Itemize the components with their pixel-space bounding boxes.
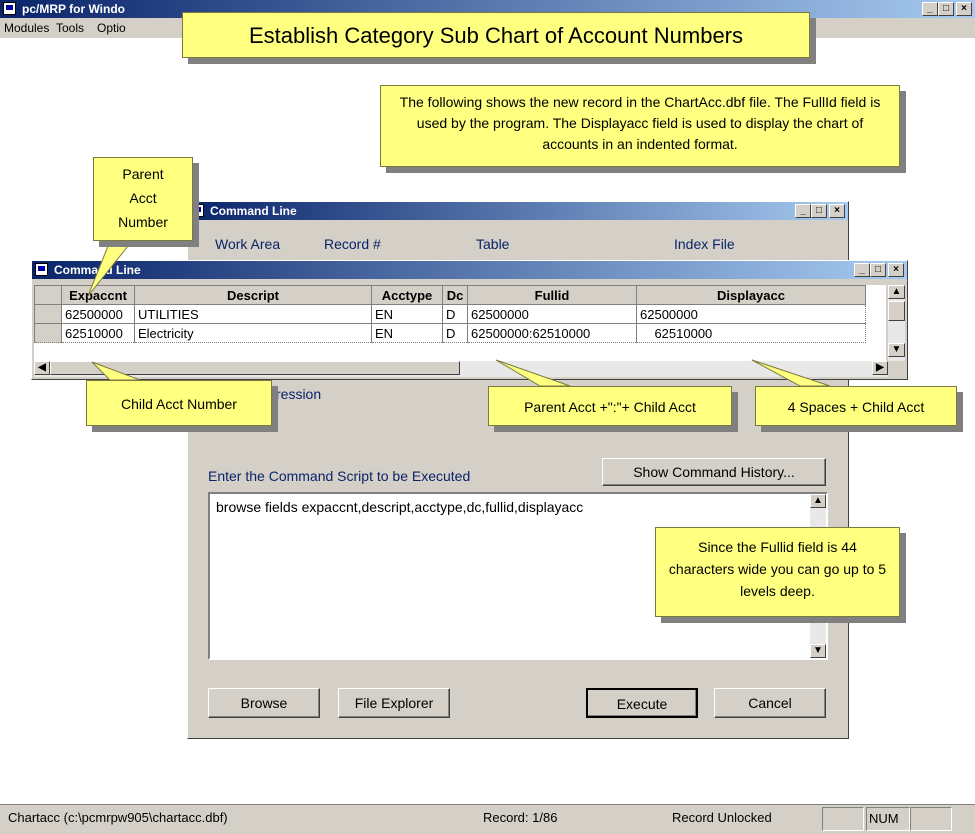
col-descript[interactable]: Descript xyxy=(134,285,372,305)
cell-displayacc[interactable]: 62500000 xyxy=(636,304,866,324)
browse-grid[interactable]: Expaccnt Descript Acctype Dc Fullid Disp… xyxy=(34,285,866,343)
child-acct-callout: Child Acct Number xyxy=(86,380,272,426)
browse-window-controls: _ □ × xyxy=(854,263,904,277)
scroll-up-icon[interactable]: ▲ xyxy=(888,285,905,299)
status-empty-panel xyxy=(910,807,952,831)
scroll-left-icon[interactable]: ◀ xyxy=(34,361,50,375)
status-num-panel: NUM xyxy=(866,807,910,831)
col-fullid[interactable]: Fullid xyxy=(467,285,637,305)
table-row[interactable]: 62500000 UTILITIES EN D 62500000 6250000… xyxy=(34,304,866,324)
vertical-scrollbar[interactable]: ▲ ▼ xyxy=(888,285,905,361)
status-lock: Record Unlocked xyxy=(672,810,772,825)
parent-acct-callout-text: Parent Acct Number xyxy=(118,166,168,230)
scroll-thumb[interactable] xyxy=(888,301,905,321)
browse-window-title-bar: Command Line _ □ × xyxy=(32,261,907,279)
col-expaccnt[interactable]: Expaccnt xyxy=(61,285,135,305)
scroll-down-icon[interactable]: ▼ xyxy=(810,644,826,658)
menu-modules[interactable]: Modules xyxy=(4,18,49,38)
browse-button[interactable]: Browse xyxy=(208,688,320,718)
minimize-icon[interactable]: _ xyxy=(922,2,938,16)
col-displayacc[interactable]: Displayacc xyxy=(636,285,866,305)
header-index-file: Index File xyxy=(674,236,735,252)
execute-button[interactable]: Execute xyxy=(586,688,698,718)
window-icon xyxy=(35,263,48,276)
maximize-icon[interactable]: □ xyxy=(811,204,827,218)
command-window-title: Command Line xyxy=(210,204,297,218)
parent-acct-callout: Parent Acct Number xyxy=(93,157,193,241)
command-window-controls: _ □ × xyxy=(795,204,845,218)
file-explorer-button-label: File Explorer xyxy=(354,695,434,711)
row-selector[interactable] xyxy=(34,323,62,343)
grid-header-row: Expaccnt Descript Acctype Dc Fullid Disp… xyxy=(34,285,866,305)
col-acctype[interactable]: Acctype xyxy=(371,285,443,305)
cancel-button[interactable]: Cancel xyxy=(714,688,826,718)
maximize-icon[interactable]: □ xyxy=(938,2,954,16)
minimize-icon[interactable]: _ xyxy=(854,263,870,277)
cell-descript[interactable]: Electricity xyxy=(134,323,372,343)
cell-fullid[interactable]: 62500000:62510000 xyxy=(467,323,637,343)
fullid-note-callout: Since the Fullid field is 44 characters … xyxy=(655,527,900,617)
header-table: Table xyxy=(476,236,510,252)
cell-fullid[interactable]: 62500000 xyxy=(467,304,637,324)
scroll-down-icon[interactable]: ▼ xyxy=(888,343,905,357)
close-icon[interactable]: × xyxy=(956,2,972,16)
show-command-history-button[interactable]: Show Command History... xyxy=(602,458,826,486)
cancel-button-label: Cancel xyxy=(748,695,792,711)
file-explorer-button[interactable]: File Explorer xyxy=(338,688,450,718)
page-title: Establish Category Sub Chart of Account … xyxy=(248,23,744,48)
status-record: Record: 1/86 xyxy=(483,810,558,825)
cell-dc[interactable]: D xyxy=(442,323,468,343)
header-work-area: Work Area xyxy=(215,236,281,252)
browse-window: Command Line _ □ × Expaccnt Descript Acc… xyxy=(31,260,908,380)
cell-acctype[interactable]: EN xyxy=(371,323,443,343)
command-window-title-bar: Command Line _ □ × xyxy=(188,202,848,220)
info-callout: The following shows the new record in th… xyxy=(380,85,900,167)
browse-grid-container: Expaccnt Descript Acctype Dc Fullid Disp… xyxy=(34,285,886,361)
cell-dc[interactable]: D xyxy=(442,304,468,324)
row-selector-header xyxy=(34,285,62,305)
cell-expaccnt[interactable]: 62510000 xyxy=(61,323,135,343)
app-title: pc/MRP for Windo xyxy=(22,2,125,16)
status-empty-panel xyxy=(822,807,864,831)
status-file: Chartacc (c:\pcmrpw905\chartacc.dbf) xyxy=(8,810,228,825)
execute-button-label: Execute xyxy=(616,696,668,712)
parent-plus-child-callout-text: Parent Acct +":"+ Child Acct xyxy=(524,399,696,415)
row-selector[interactable] xyxy=(34,304,62,324)
horizontal-scrollbar[interactable]: ◀ ▶ xyxy=(34,361,888,377)
expression-label: ression xyxy=(276,386,322,402)
col-dc[interactable]: Dc xyxy=(442,285,468,305)
cell-displayacc[interactable]: 62510000 xyxy=(636,323,866,343)
menu-tools[interactable]: Tools xyxy=(56,18,84,38)
browse-window-title: Command Line xyxy=(54,263,141,277)
close-icon[interactable]: × xyxy=(829,204,845,218)
script-label: Enter the Command Script to be Executed xyxy=(208,468,471,484)
close-icon[interactable]: × xyxy=(888,263,904,277)
page-title-banner: Establish Category Sub Chart of Account … xyxy=(182,12,810,58)
cell-descript[interactable]: UTILITIES xyxy=(134,304,372,324)
horizontal-scroll-thumb[interactable] xyxy=(50,361,460,375)
cell-acctype[interactable]: EN xyxy=(371,304,443,324)
app-icon xyxy=(3,2,16,15)
header-record-number: Record # xyxy=(324,236,381,252)
status-num: NUM xyxy=(869,811,899,826)
app-window-controls: _ □ × xyxy=(922,2,972,16)
spaces-child-callout: 4 Spaces + Child Acct xyxy=(755,386,957,426)
scroll-up-icon[interactable]: ▲ xyxy=(810,494,826,508)
child-acct-callout-text: Child Acct Number xyxy=(121,396,237,412)
table-row[interactable]: 62510000 Electricity EN D 62500000:62510… xyxy=(34,323,866,343)
info-callout-text: The following shows the new record in th… xyxy=(399,94,881,152)
fullid-note-callout-text: Since the Fullid field is 44 characters … xyxy=(668,539,887,599)
browse-button-label: Browse xyxy=(240,695,288,711)
spaces-child-callout-text: 4 Spaces + Child Acct xyxy=(787,399,925,415)
minimize-icon[interactable]: _ xyxy=(795,204,811,218)
scroll-right-icon[interactable]: ▶ xyxy=(872,361,888,375)
script-text[interactable]: browse fields expaccnt,descript,acctype,… xyxy=(216,499,583,515)
maximize-icon[interactable]: □ xyxy=(870,263,886,277)
cell-expaccnt[interactable]: 62500000 xyxy=(61,304,135,324)
parent-plus-child-callout: Parent Acct +":"+ Child Acct xyxy=(488,386,732,426)
menu-options[interactable]: Optio xyxy=(97,18,126,38)
